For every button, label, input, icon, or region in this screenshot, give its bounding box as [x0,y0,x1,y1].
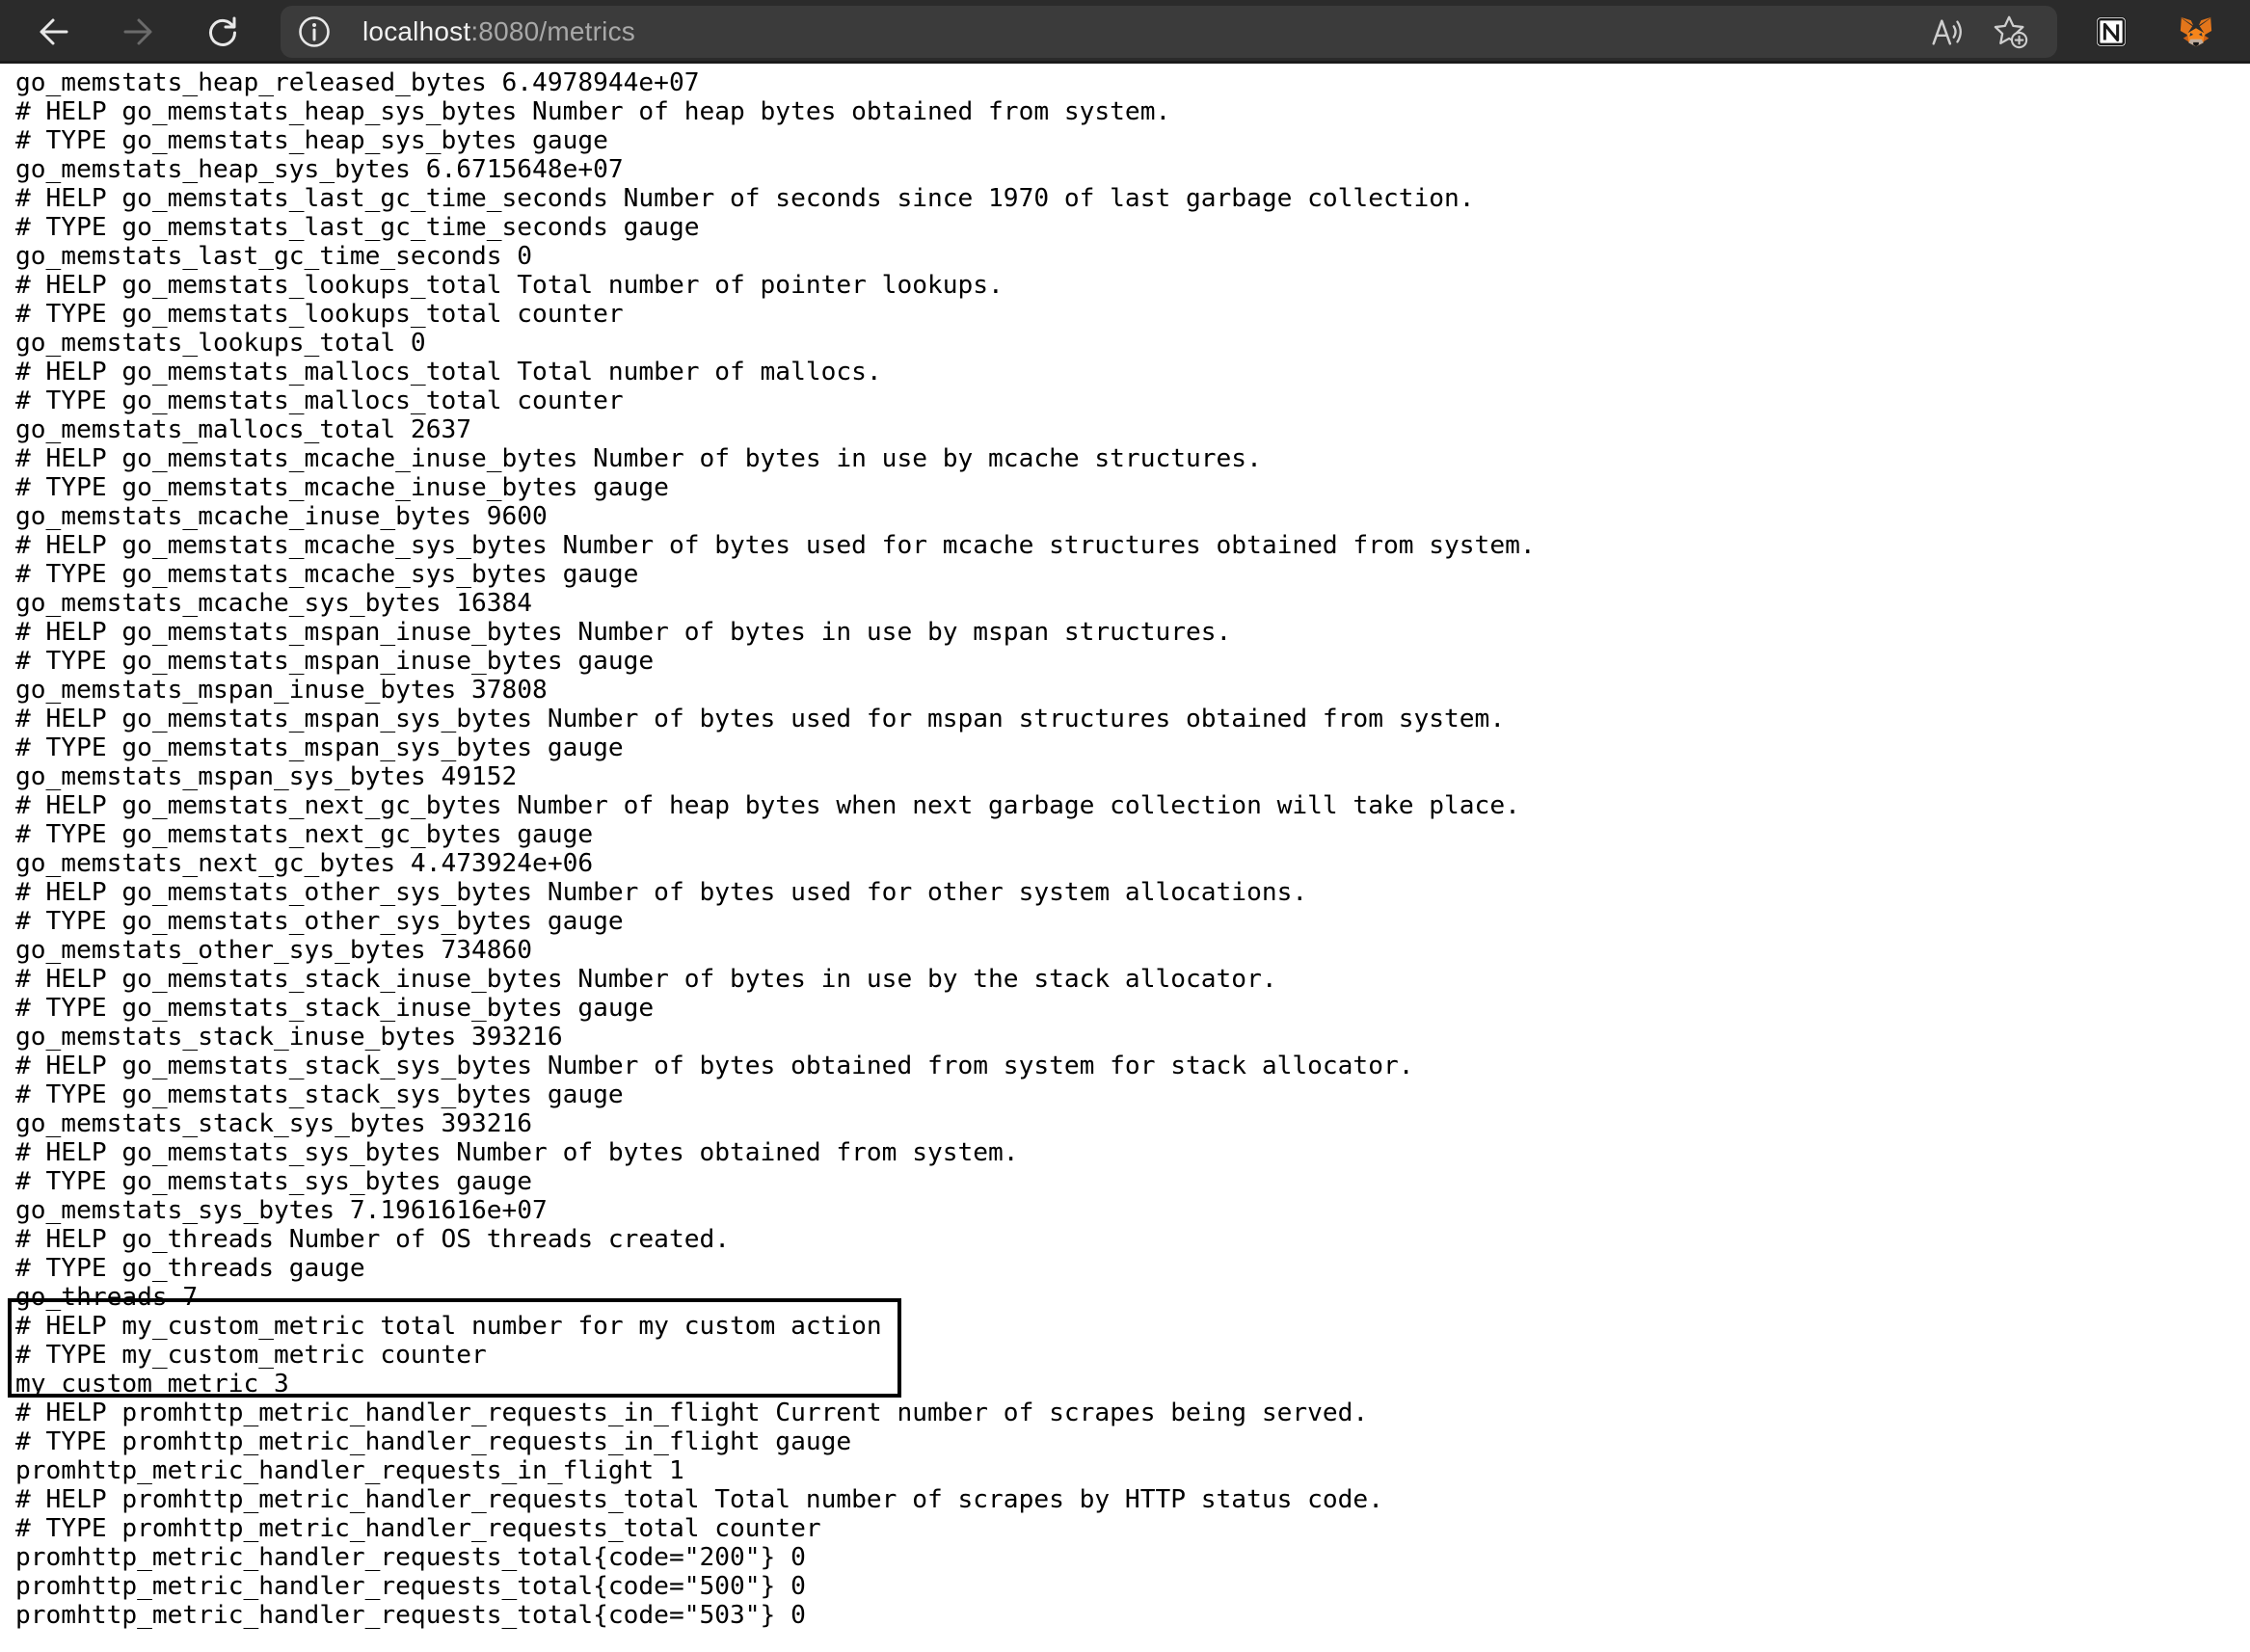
metrics-line: go_memstats_last_gc_time_seconds 0 [15,242,533,271]
info-icon [299,16,330,47]
refresh-icon [209,16,236,46]
metrics-line: # TYPE go_memstats_stack_inuse_bytes gau… [15,994,655,1023]
metrics-line: # HELP go_memstats_mspan_inuse_bytes Num… [15,618,1232,647]
metrics-line: go_memstats_heap_sys_bytes 6.6715648e+07 [15,155,624,184]
url-host: localhost [362,16,471,46]
metrics-line: promhttp_metric_handler_requests_total{c… [15,1601,806,1630]
forward-arrow-icon [123,18,152,45]
site-info-button[interactable] [296,13,333,50]
forward-button[interactable] [104,0,172,64]
metrics-line: promhttp_metric_handler_requests_total{c… [15,1543,806,1572]
metamask-extension-button[interactable] [2176,12,2216,52]
metrics-line: # HELP my_custom_metric total number for… [15,1312,882,1341]
metrics-line: # HELP go_threads Number of OS threads c… [15,1225,731,1254]
metrics-line: go_memstats_mallocs_total 2637 [15,415,471,444]
metrics-line: # HELP go_memstats_stack_inuse_bytes Num… [15,965,1277,994]
metrics-line: # TYPE go_memstats_stack_sys_bytes gauge [15,1080,624,1109]
metrics-line: # HELP go_memstats_last_gc_time_seconds … [15,184,1475,213]
read-aloud-button[interactable] [1926,13,1969,51]
metrics-line: go_memstats_mspan_inuse_bytes 37808 [15,676,548,705]
metrics-text: go_memstats_heap_released_bytes 6.497894… [15,68,1536,1630]
metrics-line: go_memstats_sys_bytes 7.1961616e+07 [15,1196,548,1225]
metrics-line: # TYPE go_memstats_sys_bytes gauge [15,1167,533,1196]
metrics-line: # TYPE go_threads gauge [15,1254,365,1283]
metrics-line: # HELP go_memstats_stack_sys_bytes Numbe… [15,1052,1414,1080]
metrics-line: go_memstats_mcache_sys_bytes 16384 [15,589,533,618]
metrics-line: # HELP promhttp_metric_handler_requests_… [15,1399,1369,1427]
metrics-line: # TYPE go_memstats_mspan_inuse_bytes gau… [15,647,655,676]
metrics-line: my_custom_metric 3 [15,1370,289,1399]
metrics-line: # TYPE promhttp_metric_handler_requests_… [15,1514,821,1543]
address-bar[interactable]: localhost:8080/metrics [281,6,2057,58]
metrics-line: # TYPE go_memstats_lookups_total counter [15,300,624,329]
metrics-line: # HELP go_memstats_next_gc_bytes Number … [15,791,1520,820]
metrics-line: go_memstats_next_gc_bytes 4.473924e+06 [15,849,594,878]
metrics-line: # TYPE go_memstats_heap_sys_bytes gauge [15,126,608,155]
metrics-line: # TYPE go_memstats_last_gc_time_seconds … [15,213,700,242]
read-aloud-icon [1932,19,1962,45]
metrics-line: # HELP go_memstats_other_sys_bytes Numbe… [15,878,1308,907]
metrics-line: go_memstats_mspan_sys_bytes 49152 [15,762,518,791]
add-favorite-button[interactable] [1990,13,2032,51]
notion-extension-button[interactable] [2091,12,2131,52]
metrics-line: # TYPE go_memstats_mcache_sys_bytes gaug… [15,560,639,589]
metrics-line: # HELP go_memstats_mcache_sys_bytes Numb… [15,531,1536,560]
metrics-line: # HELP go_memstats_mcache_inuse_bytes Nu… [15,444,1262,473]
back-arrow-icon [40,18,68,45]
metrics-line: go_threads 7 [15,1283,199,1312]
metamask-extension-icon [2180,16,2212,47]
metrics-line: # TYPE go_memstats_mcache_inuse_bytes ga… [15,473,669,502]
url-text[interactable]: localhost:8080/metrics [362,6,635,58]
favorites-add-icon [1994,15,2028,49]
metrics-line: # TYPE go_memstats_mspan_sys_bytes gauge [15,733,624,762]
metrics-line: # TYPE promhttp_metric_handler_requests_… [15,1427,852,1456]
notion-extension-icon [2096,16,2127,47]
metrics-line: # TYPE my_custom_metric counter [15,1341,487,1370]
metrics-line: go_memstats_mcache_inuse_bytes 9600 [15,502,548,531]
metrics-line: # HELP go_memstats_mspan_sys_bytes Numbe… [15,705,1506,733]
metrics-line: # HELP go_memstats_heap_sys_bytes Number… [15,97,1171,126]
metrics-line: go_memstats_lookups_total 0 [15,329,426,358]
metrics-line: # TYPE go_memstats_other_sys_bytes gauge [15,907,624,936]
refresh-button[interactable] [189,0,256,64]
metrics-line: # HELP promhttp_metric_handler_requests_… [15,1485,1383,1514]
metrics-line: go_memstats_stack_inuse_bytes 393216 [15,1023,563,1052]
metrics-line: promhttp_metric_handler_requests_total{c… [15,1572,806,1601]
metrics-line: # HELP go_memstats_sys_bytes Number of b… [15,1138,1019,1167]
metrics-line: go_memstats_stack_sys_bytes 393216 [15,1109,533,1138]
metrics-line: # TYPE go_memstats_next_gc_bytes gauge [15,820,594,849]
browser-toolbar: localhost:8080/metrics [0,0,2250,64]
metrics-line: go_memstats_other_sys_bytes 734860 [15,936,533,965]
back-button[interactable] [20,0,88,64]
url-path: :8080/metrics [470,16,635,46]
metrics-line: # HELP go_memstats_lookups_total Total n… [15,271,1004,300]
metrics-line: # HELP go_memstats_mallocs_total Total n… [15,358,882,386]
metrics-line: go_memstats_heap_released_bytes 6.497894… [15,68,700,97]
metrics-line: promhttp_metric_handler_requests_in_flig… [15,1456,684,1485]
metrics-line: # TYPE go_memstats_mallocs_total counter [15,386,624,415]
